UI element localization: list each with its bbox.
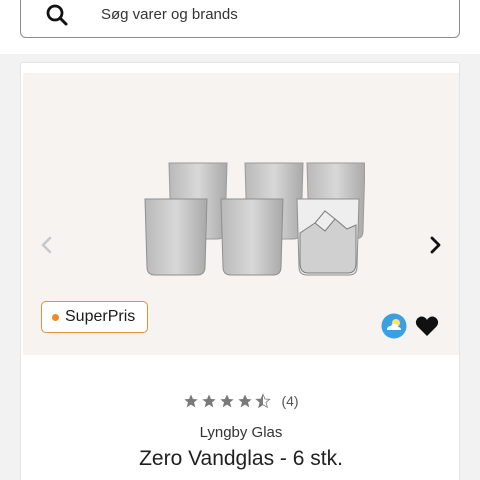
search-placeholder: Søg varer og brands bbox=[101, 6, 238, 23]
search-input[interactable]: Søg varer og brands bbox=[20, 0, 460, 38]
star-icon bbox=[202, 394, 217, 408]
product-card[interactable]: SuperPris (4) Lyngby Glas Zero Vandglas … bbox=[20, 62, 460, 480]
product-brand[interactable]: Lyngby Glas bbox=[21, 424, 461, 441]
star-icon bbox=[238, 394, 253, 408]
badge-label: SuperPris bbox=[65, 308, 136, 325]
product-title[interactable]: Zero Vandglas - 6 stk. bbox=[21, 447, 461, 471]
chevron-right-icon[interactable] bbox=[425, 233, 445, 257]
badge-dot bbox=[52, 313, 59, 321]
search-icon bbox=[46, 4, 68, 26]
rating[interactable]: (4) bbox=[21, 393, 461, 409]
review-count: (4) bbox=[281, 393, 299, 409]
weather-icon[interactable] bbox=[381, 313, 407, 339]
half-star-icon bbox=[255, 393, 272, 409]
star-icon bbox=[184, 394, 199, 408]
star-rating bbox=[183, 393, 272, 409]
product-image-carousel[interactable]: SuperPris bbox=[23, 73, 459, 355]
chevron-left-icon[interactable] bbox=[37, 233, 57, 257]
top-bar: Søg varer og brands bbox=[0, 0, 480, 54]
superpris-badge: SuperPris bbox=[41, 301, 149, 333]
heart-icon[interactable] bbox=[415, 315, 439, 337]
product-image[interactable] bbox=[119, 159, 365, 291]
star-icon bbox=[220, 394, 235, 408]
